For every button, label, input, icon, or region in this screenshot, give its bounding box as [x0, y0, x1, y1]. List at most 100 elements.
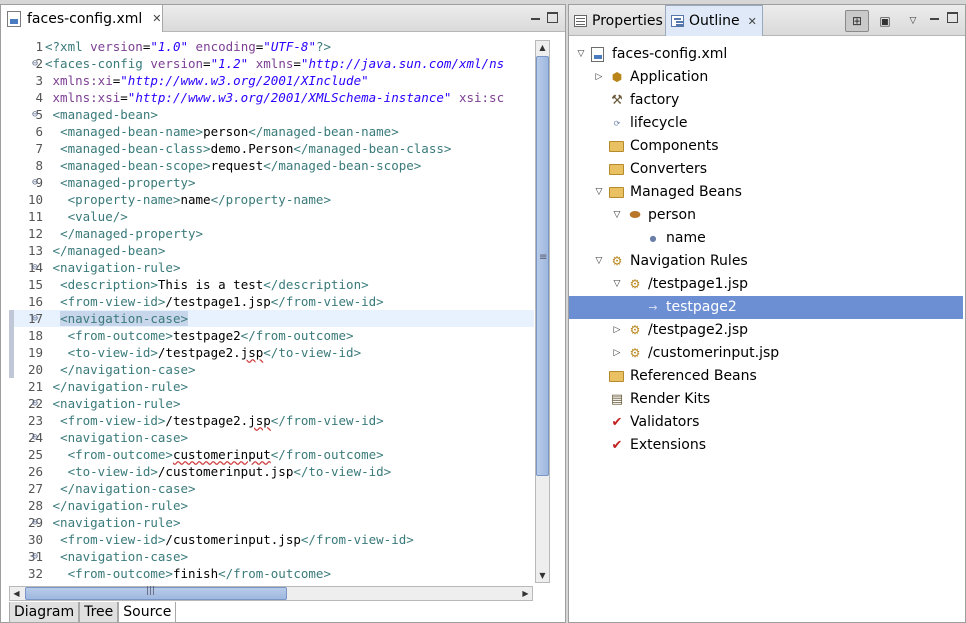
tab-outline[interactable]: Outline ✕ — [665, 5, 763, 36]
tree-item[interactable]: → testpage2 — [569, 296, 963, 319]
folder-icon — [609, 185, 625, 200]
collapse-icon[interactable]: ▽ — [593, 186, 605, 198]
code-line[interactable]: 22 ⊖ <navigation-rule> — [9, 395, 534, 412]
code-line[interactable]: 23 <from-view-id>/testpage2.jsp</from-vi… — [9, 412, 534, 429]
code-line[interactable]: 29 ⊖ <navigation-rule> — [9, 514, 534, 531]
collapse-icon[interactable]: ▽ — [593, 255, 605, 267]
code-line[interactable]: 20 </navigation-case> — [9, 361, 534, 378]
maximize-icon[interactable] — [547, 12, 558, 23]
code-line[interactable]: 9 ⊖ <managed-property> — [9, 174, 534, 191]
fold-toggle-icon[interactable]: ⊖ — [32, 174, 38, 191]
tab-tree[interactable]: Tree — [79, 602, 119, 623]
folder-shape — [609, 187, 624, 198]
tree-item[interactable]: ● name — [569, 227, 963, 250]
vertical-scrollbar[interactable]: ▲ ▼ — [535, 40, 550, 583]
chevron-down-icon[interactable]: ▽ — [901, 10, 925, 32]
code-line[interactable]: 12 </managed-property> — [9, 225, 534, 242]
code-line[interactable]: 7 <managed-bean-class>demo.Person</manag… — [9, 140, 534, 157]
code-line[interactable]: 15 <description>This is a test</descript… — [9, 276, 534, 293]
tree-item[interactable]: Converters — [569, 158, 963, 181]
code-line[interactable]: 2 ⊖ <faces-config version="1.2" xmlns="htt… — [9, 55, 534, 72]
scroll-left-icon[interactable]: ◀ — [10, 587, 23, 600]
code-line[interactable]: 26 <to-view-id>/customerinput.jsp</to-vi… — [9, 463, 534, 480]
tree-item[interactable]: ✔ Extensions — [569, 434, 963, 457]
close-icon[interactable]: ✕ — [152, 12, 161, 25]
fold-toggle-icon[interactable]: ⊖ — [32, 106, 38, 123]
code-line[interactable]: 30 <from-view-id>/customerinput.jsp</fro… — [9, 531, 534, 548]
code-text: <property-name>name</property-name> — [67, 192, 331, 207]
tree-item-label: /testpage2.jsp — [648, 322, 748, 338]
tree-item[interactable]: ▽ ⬬ person — [569, 204, 963, 227]
fold-toggle-icon[interactable]: ⊖ — [32, 55, 38, 72]
tree-item[interactable]: ⟳ lifecycle — [569, 112, 963, 135]
code-line[interactable]: 27 </navigation-case> — [9, 480, 534, 497]
code-line[interactable]: 31 ⊖ <navigation-case> — [9, 548, 534, 565]
code-line[interactable]: 5 ⊖ <managed-bean> — [9, 106, 534, 123]
code-line[interactable]: 3 xmlns:xi="http://www.w3.org/2001/XIncl… — [9, 72, 534, 89]
tree-item[interactable]: Referenced Beans — [569, 365, 963, 388]
code-line[interactable]: 10 <property-name>name</property-name> — [9, 191, 534, 208]
code-text: <managed-bean-class>demo.Person</managed… — [60, 141, 452, 156]
editor-tab-faces-config[interactable]: faces-config.xml ✕ — [1, 5, 163, 32]
fold-toggle-icon[interactable]: ⊖ — [32, 310, 38, 327]
tab-diagram[interactable]: Diagram — [9, 602, 80, 623]
fold-toggle-icon[interactable]: ⊖ — [32, 548, 38, 565]
expand-icon[interactable]: ▷ — [611, 347, 623, 359]
tree-item[interactable]: ▽ ⚙ /testpage1.jsp — [569, 273, 963, 296]
code-line[interactable]: 16 <from-view-id>/testpage1.jsp</from-vi… — [9, 293, 534, 310]
fold-toggle-icon[interactable]: ⊖ — [32, 429, 38, 446]
minimize-icon[interactable] — [929, 12, 940, 23]
folder-icon — [609, 162, 625, 177]
horizontal-scroll-thumb[interactable] — [25, 586, 287, 600]
collapse-icon[interactable]: ▽ — [611, 278, 623, 290]
horizontal-scrollbar[interactable]: ◀ ▶ — [9, 586, 533, 601]
code-line[interactable]: 28 </navigation-rule> — [9, 497, 534, 514]
collapse-icon[interactable]: ▽ — [611, 209, 623, 221]
code-text: <description>This is a test</description… — [60, 277, 369, 292]
view-menu-icon[interactable]: ▣ — [873, 10, 897, 32]
tab-properties[interactable]: Properties — [569, 5, 668, 36]
code-line[interactable]: 24 ⊖ <navigation-case> — [9, 429, 534, 446]
tree-item[interactable]: ▽ Managed Beans — [569, 181, 963, 204]
tree-item[interactable]: ▽ faces-config.xml — [569, 43, 963, 66]
expand-icon[interactable]: ▷ — [611, 324, 623, 336]
tree-item[interactable]: ▷ ⬢ Application — [569, 66, 963, 89]
expand-icon[interactable]: ▷ — [593, 71, 605, 83]
tree-item[interactable]: ▽ ⚙ Navigation Rules — [569, 250, 963, 273]
scroll-right-icon[interactable]: ▶ — [519, 587, 532, 600]
close-icon[interactable]: ✕ — [748, 15, 757, 28]
maximize-icon[interactable] — [947, 12, 958, 23]
tree-item[interactable]: ▷ ⚙ /customerinput.jsp — [569, 342, 963, 365]
scroll-down-icon[interactable]: ▼ — [536, 569, 549, 582]
tree-item-label: Referenced Beans — [630, 368, 757, 384]
tab-source[interactable]: Source — [118, 602, 177, 623]
code-line[interactable]: 19 <to-view-id>/testpage2.jsp</to-view-i… — [9, 344, 534, 361]
fold-toggle-icon[interactable]: ⊖ — [32, 395, 38, 412]
minimize-icon[interactable] — [530, 12, 541, 23]
code-text: </managed-bean> — [52, 243, 166, 258]
fold-toggle-icon[interactable]: ⊖ — [32, 514, 38, 531]
code-line[interactable]: 32 <from-outcome>finish</from-outcome> — [9, 565, 534, 582]
code-line[interactable]: 8 <managed-bean-scope>request</managed-b… — [9, 157, 534, 174]
code-line[interactable]: 25 <from-outcome>customerinput</from-out… — [9, 446, 534, 463]
code-line[interactable]: 21 </navigation-rule> — [9, 378, 534, 395]
code-line[interactable]: 18 <from-outcome>testpage2</from-outcome… — [9, 327, 534, 344]
tree-item[interactable]: Components — [569, 135, 963, 158]
code-line[interactable]: 13 </managed-bean> — [9, 242, 534, 259]
scroll-up-icon[interactable]: ▲ — [536, 41, 549, 54]
tree-item[interactable]: ✔ Validators — [569, 411, 963, 434]
code-line[interactable]: 6 <managed-bean-name>person</managed-bea… — [9, 123, 534, 140]
tree-item[interactable]: ⚒ factory — [569, 89, 963, 112]
code-line[interactable]: 4 xmlns:xsi="http://www.w3.org/2001/XMLS… — [9, 89, 534, 106]
collapse-icon[interactable]: ▽ — [575, 48, 587, 60]
code-line[interactable]: 17 ⊖ <navigation-case> — [9, 310, 534, 327]
fold-toggle-icon[interactable]: ⊖ — [32, 259, 38, 276]
tree-item[interactable]: ▤ Render Kits — [569, 388, 963, 411]
vertical-scroll-thumb[interactable] — [536, 56, 549, 476]
code-line[interactable]: 1 <?xml version="1.0" encoding="UTF-8"?> — [9, 38, 534, 55]
link-with-editor-icon[interactable]: ⊞ — [845, 10, 869, 32]
source-code-area[interactable]: 1 <?xml version="1.0" encoding="UTF-8"?> 2… — [9, 38, 534, 582]
code-line[interactable]: 11 <value/> — [9, 208, 534, 225]
code-line[interactable]: 14 ⊖ <navigation-rule> — [9, 259, 534, 276]
tree-item[interactable]: ▷ ⚙ /testpage2.jsp — [569, 319, 963, 342]
